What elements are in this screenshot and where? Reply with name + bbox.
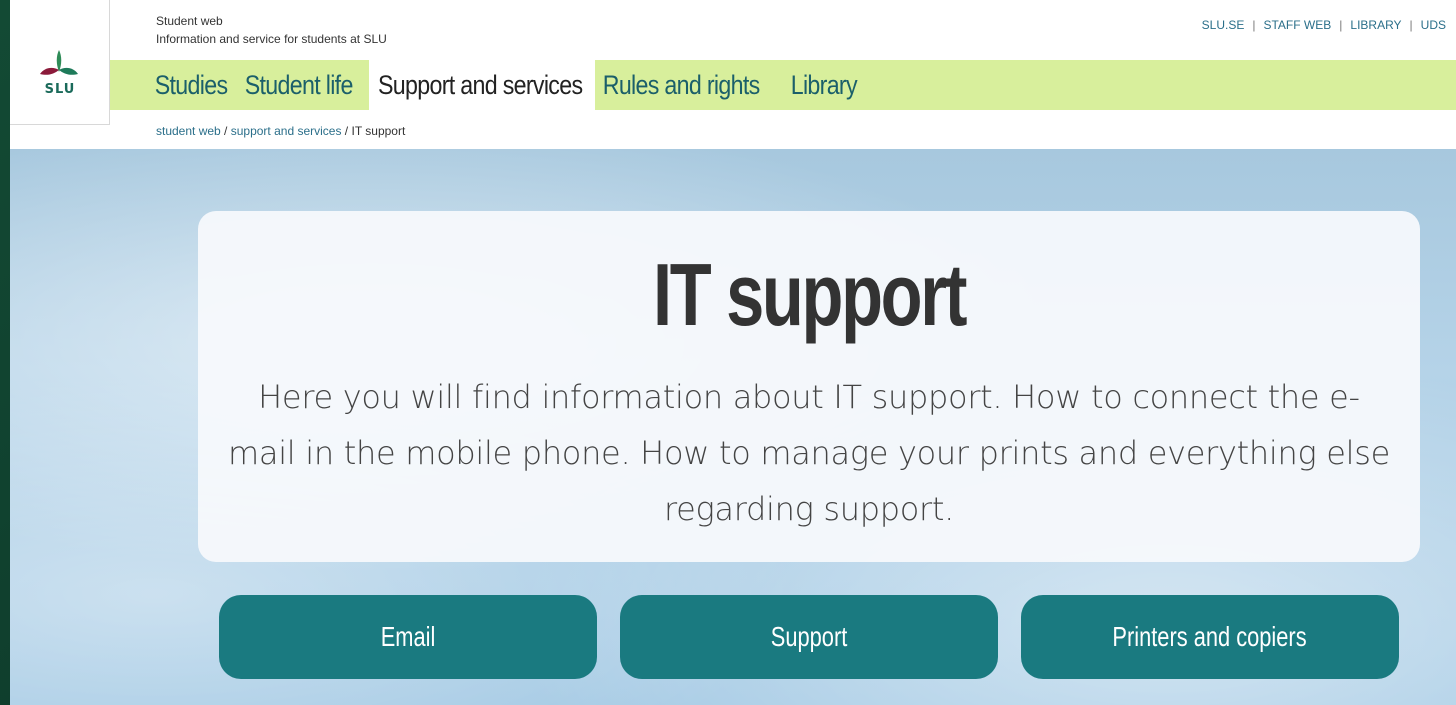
top-link-staff-web[interactable]: STAFF WEB bbox=[1263, 18, 1331, 32]
top-link-library[interactable]: LIBRARY bbox=[1350, 18, 1401, 32]
top-link-separator: | bbox=[1339, 18, 1343, 32]
breadcrumb-current: IT support bbox=[351, 124, 406, 138]
hero-banner: IT support Here you will find informatio… bbox=[10, 149, 1456, 705]
breadcrumb-student-web[interactable]: student web bbox=[156, 124, 221, 138]
site-title[interactable]: Student web bbox=[156, 14, 223, 28]
top-link-separator: | bbox=[1252, 18, 1256, 32]
support-button[interactable]: Support bbox=[620, 595, 998, 679]
page-title-text: IT support bbox=[652, 245, 967, 344]
nav-item-student-life[interactable]: Student life bbox=[237, 60, 360, 110]
email-button[interactable]: Email bbox=[219, 595, 597, 679]
printers-and-copiers-button[interactable]: Printers and copiers bbox=[1021, 595, 1399, 679]
nav-item-support-and-services[interactable]: Support and services bbox=[368, 60, 595, 110]
breadcrumb-separator: / bbox=[220, 124, 231, 138]
breadcrumb-separator: / bbox=[341, 124, 352, 138]
slu-logo[interactable]: SLU bbox=[10, 0, 110, 125]
logo-text: SLU bbox=[44, 82, 76, 97]
page-description: Here you will find information about IT … bbox=[228, 378, 1390, 528]
support-button-label: Support bbox=[770, 621, 848, 652]
site-subtitle: Information and service for students at … bbox=[156, 32, 387, 46]
breadcrumb-support-and-services[interactable]: support and services bbox=[231, 124, 342, 138]
page-title: IT support bbox=[198, 251, 1420, 339]
window-frame: SLU Student web Information and service … bbox=[0, 0, 1456, 705]
top-link-separator: | bbox=[1409, 18, 1413, 32]
quick-links: Email Support Printers and copiers bbox=[10, 595, 1456, 681]
nav-item-rules-and-rights[interactable]: Rules and rights bbox=[595, 60, 767, 110]
slu-leaf-icon bbox=[40, 50, 78, 75]
top-link-slu-se[interactable]: SLU.SE bbox=[1202, 18, 1245, 32]
email-button-label: Email bbox=[380, 621, 436, 652]
top-links: SLU.SE | STAFF WEB | LIBRARY | UDS bbox=[1202, 18, 1446, 32]
nav-item-studies[interactable]: Studies bbox=[147, 60, 235, 110]
printers-button-label: Printers and copiers bbox=[1112, 621, 1308, 652]
nav-item-library[interactable]: Library bbox=[783, 60, 865, 110]
breadcrumb: student web / support and services / IT … bbox=[156, 124, 405, 138]
page: SLU Student web Information and service … bbox=[10, 0, 1456, 705]
top-link-uds[interactable]: UDS bbox=[1421, 18, 1446, 32]
nav-item-label: Support and services bbox=[377, 69, 583, 100]
main-nav: Studies Student life Support and service… bbox=[110, 60, 1456, 110]
intro-card: IT support Here you will find informatio… bbox=[198, 211, 1420, 562]
